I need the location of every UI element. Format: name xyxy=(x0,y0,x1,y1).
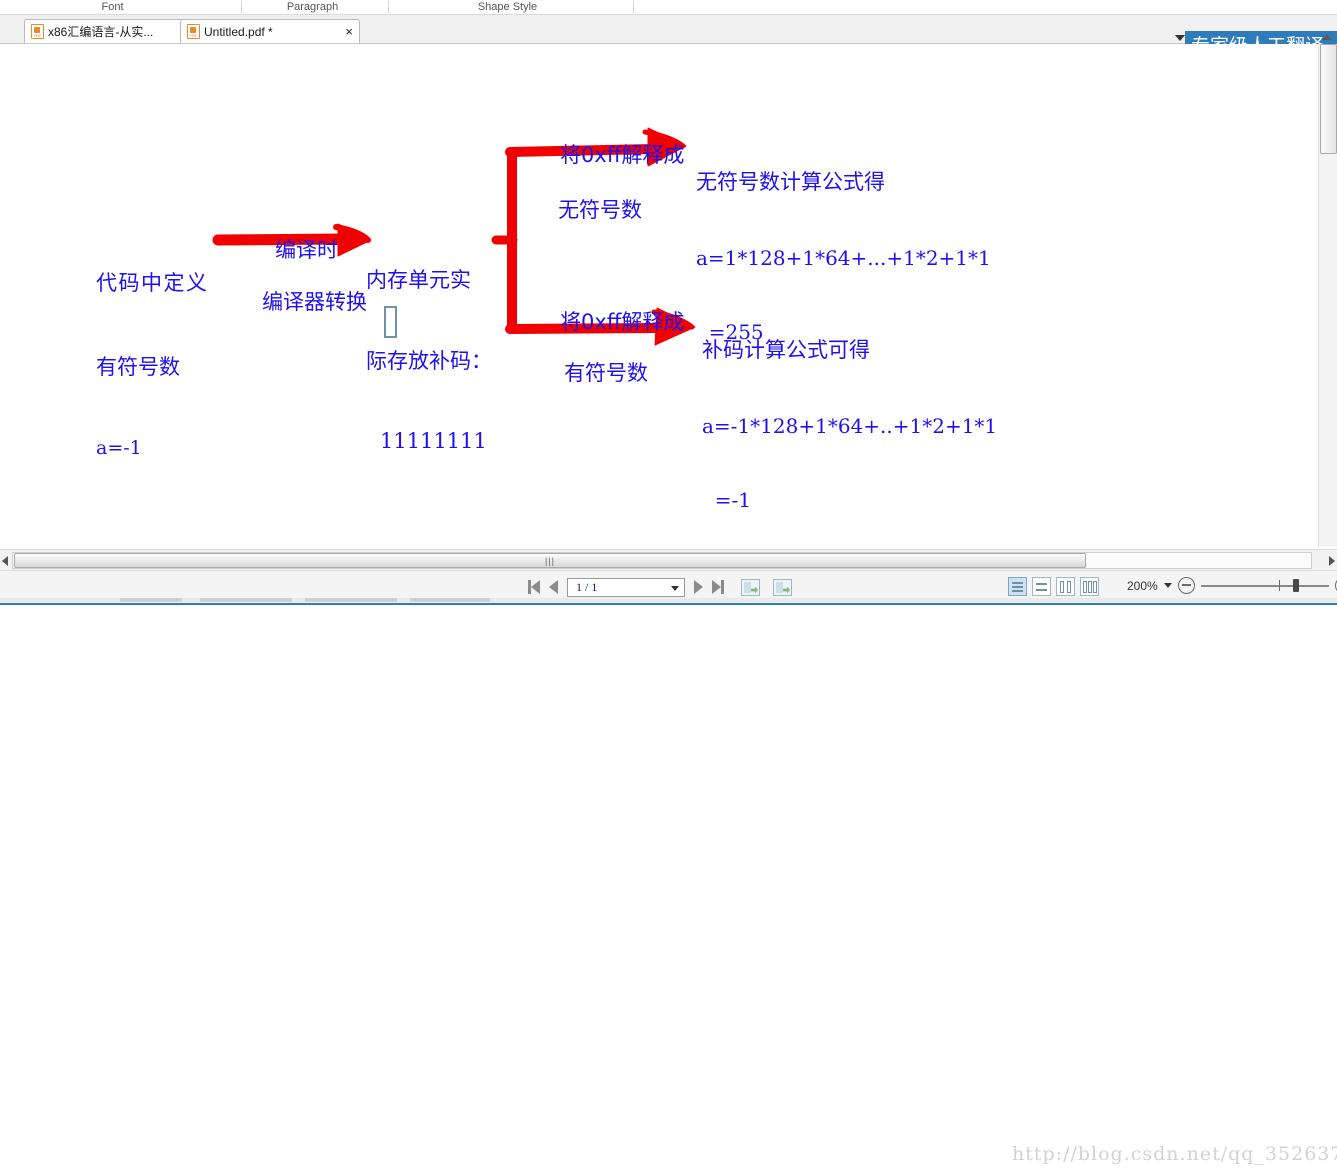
tab-close-icon[interactable]: × xyxy=(337,25,353,38)
page-number-value: 1 / 1 xyxy=(576,579,598,594)
pdf-editor-window: Font Paragraph Shape Style x86汇编语言-从实...… xyxy=(0,0,1337,1165)
previous-view-button[interactable] xyxy=(741,578,760,596)
annotation-line: 际存放补码： xyxy=(366,349,492,374)
next-view-button[interactable] xyxy=(773,578,792,596)
missing-glyph-box xyxy=(384,306,397,338)
annotation-line: 无符号数计算公式得 xyxy=(696,170,885,195)
tab-x86-assembly[interactable]: x86汇编语言-从实... xyxy=(24,19,184,43)
zoom-level-value[interactable]: 200% xyxy=(1127,579,1158,593)
first-page-arrow-icon xyxy=(531,580,540,594)
first-page-button[interactable] xyxy=(528,580,540,594)
annotation-line: =-1 xyxy=(702,487,751,512)
ribbon-group-font-label: Font xyxy=(101,1,124,13)
last-page-arrow-icon xyxy=(712,580,721,594)
taskbar-item[interactable] xyxy=(410,598,490,602)
ribbon-divider-1 xyxy=(241,1,242,13)
scroll-up-icon[interactable] xyxy=(1322,34,1332,40)
annotation-compiler-convert: 编译器转换 xyxy=(222,267,367,338)
horizontal-scrollbar[interactable]: ||| xyxy=(0,549,1337,571)
two-page-view-button[interactable] xyxy=(1056,577,1075,596)
zoom-slider-rail xyxy=(1200,585,1329,587)
annotation-line: 无符号数 xyxy=(558,197,643,222)
ribbon-divider-3 xyxy=(633,1,634,13)
view-line-icon xyxy=(1012,590,1023,592)
annotation-line: 代码中定义 xyxy=(96,271,209,296)
annotation-source-definition: 代码中定义 有符号数 a=-1 xyxy=(96,215,209,514)
tab-label: Untitled.pdf * xyxy=(204,24,273,39)
zoom-out-button[interactable] xyxy=(1177,577,1195,594)
minus-icon xyxy=(1181,584,1191,586)
zoom-slider-knob[interactable] xyxy=(1292,579,1299,592)
annotation-signed-interpret-bottom: 有符号数 xyxy=(524,338,648,409)
document-tab-bar: x86汇编语言-从实... Untitled.pdf * × 专家级人工翻译 xyxy=(0,15,1337,57)
zoom-control-group: 200% xyxy=(1127,577,1337,594)
ribbon-group-labels: Font Paragraph Shape Style xyxy=(0,0,1337,14)
taskbar-stub xyxy=(0,598,1337,602)
view-column-icon xyxy=(1083,581,1087,593)
annotation-line: 有符号数 xyxy=(564,360,649,385)
chevron-down-icon xyxy=(1175,35,1185,41)
next-page-arrow-icon xyxy=(694,580,703,594)
annotation-line: 将0xff解释成 xyxy=(560,142,685,167)
ribbon-divider-2 xyxy=(388,1,389,13)
ribbon-group-shapestyle-label: Shape Style xyxy=(477,1,538,13)
annotation-line: a=-1*128+1*64+..+1*2+1*1 xyxy=(702,414,998,439)
ribbon-group-paragraph: Paragraph xyxy=(250,0,375,14)
annotation-line: 补码计算公式可得 xyxy=(702,338,870,363)
ribbon-group-shape-style: Shape Style xyxy=(400,0,615,14)
taskbar-item[interactable] xyxy=(120,598,182,602)
annotation-memory-storage: 内存单元实 际存放补码： 11111111 xyxy=(366,212,492,508)
annotation-line: 编译器转换 xyxy=(262,289,368,314)
previous-page-arrow-icon xyxy=(549,580,558,594)
pdf-file-icon xyxy=(31,24,44,39)
annotation-line: 将0xff解释成 xyxy=(560,309,685,334)
single-page-view-button[interactable] xyxy=(1008,577,1027,596)
taskbar-item[interactable] xyxy=(305,598,397,602)
page-navigation-group: 1 / 1 xyxy=(528,575,792,599)
chevron-down-icon[interactable] xyxy=(671,585,679,591)
last-page-bar-icon xyxy=(721,580,724,594)
annotation-signed-result: 补码计算公式可得 a=-1*128+1*64+..+1*2+1*1 =-1 xyxy=(702,287,997,547)
continuous-scroll-view-button[interactable] xyxy=(1032,577,1051,596)
taskbar-item[interactable] xyxy=(200,598,292,602)
two-page-scroll-view-button[interactable] xyxy=(1080,577,1099,596)
tab-label: x86汇编语言-从实... xyxy=(48,25,154,39)
vertical-scrollbar-thumb[interactable] xyxy=(1320,44,1337,154)
scrollbar-grip-icon: ||| xyxy=(544,555,556,566)
page-view-mode-group xyxy=(1008,577,1099,596)
pdf-file-icon xyxy=(187,24,200,39)
view-column-icon xyxy=(1060,581,1064,593)
watermark-text: http://blog.csdn.net/qq_35263706 xyxy=(1012,1143,1337,1165)
chevron-down-icon[interactable] xyxy=(1163,583,1172,588)
annotation-line: a=-1 xyxy=(96,436,142,459)
ribbon-group-font: Font xyxy=(60,0,165,14)
view-column-icon xyxy=(1088,581,1092,593)
last-page-button[interactable] xyxy=(712,580,724,594)
page-number-input[interactable]: 1 / 1 xyxy=(567,577,685,597)
zoom-slider[interactable] xyxy=(1200,577,1329,594)
previous-page-button[interactable] xyxy=(549,580,558,594)
annotation-line: 有符号数 xyxy=(96,354,180,379)
annotation-unsigned-interpret-bottom: 无符号数 xyxy=(518,175,642,246)
scroll-left-icon[interactable] xyxy=(2,556,8,566)
horizontal-scrollbar-thumb[interactable]: ||| xyxy=(14,553,1086,568)
annotation-line: 11111111 xyxy=(380,429,487,454)
annotation-line: 编译时 xyxy=(275,237,339,262)
annotation-line: a=1*128+1*64+...+1*2+1*1 xyxy=(696,246,991,271)
view-line-icon xyxy=(1036,589,1047,591)
annotation-line: 内存单元实 xyxy=(366,267,471,292)
view-column-icon xyxy=(1067,581,1071,593)
ribbon-group-paragraph-label: Paragraph xyxy=(286,1,339,13)
view-line-icon xyxy=(1036,583,1047,585)
scroll-right-icon[interactable] xyxy=(1329,556,1335,566)
tab-untitled-pdf[interactable]: Untitled.pdf * × xyxy=(180,19,360,43)
next-page-button[interactable] xyxy=(694,580,703,594)
zoom-slider-tick xyxy=(1278,580,1281,591)
pdf-page-canvas[interactable]: 代码中定义 有符号数 a=-1 编译时 编译器转换 内存单元实 际存放补码： 1… xyxy=(0,44,1319,547)
view-line-icon xyxy=(1012,582,1023,584)
view-line-icon xyxy=(1012,586,1023,588)
vertical-scrollbar[interactable] xyxy=(1318,34,1337,547)
view-column-icon xyxy=(1093,581,1097,593)
